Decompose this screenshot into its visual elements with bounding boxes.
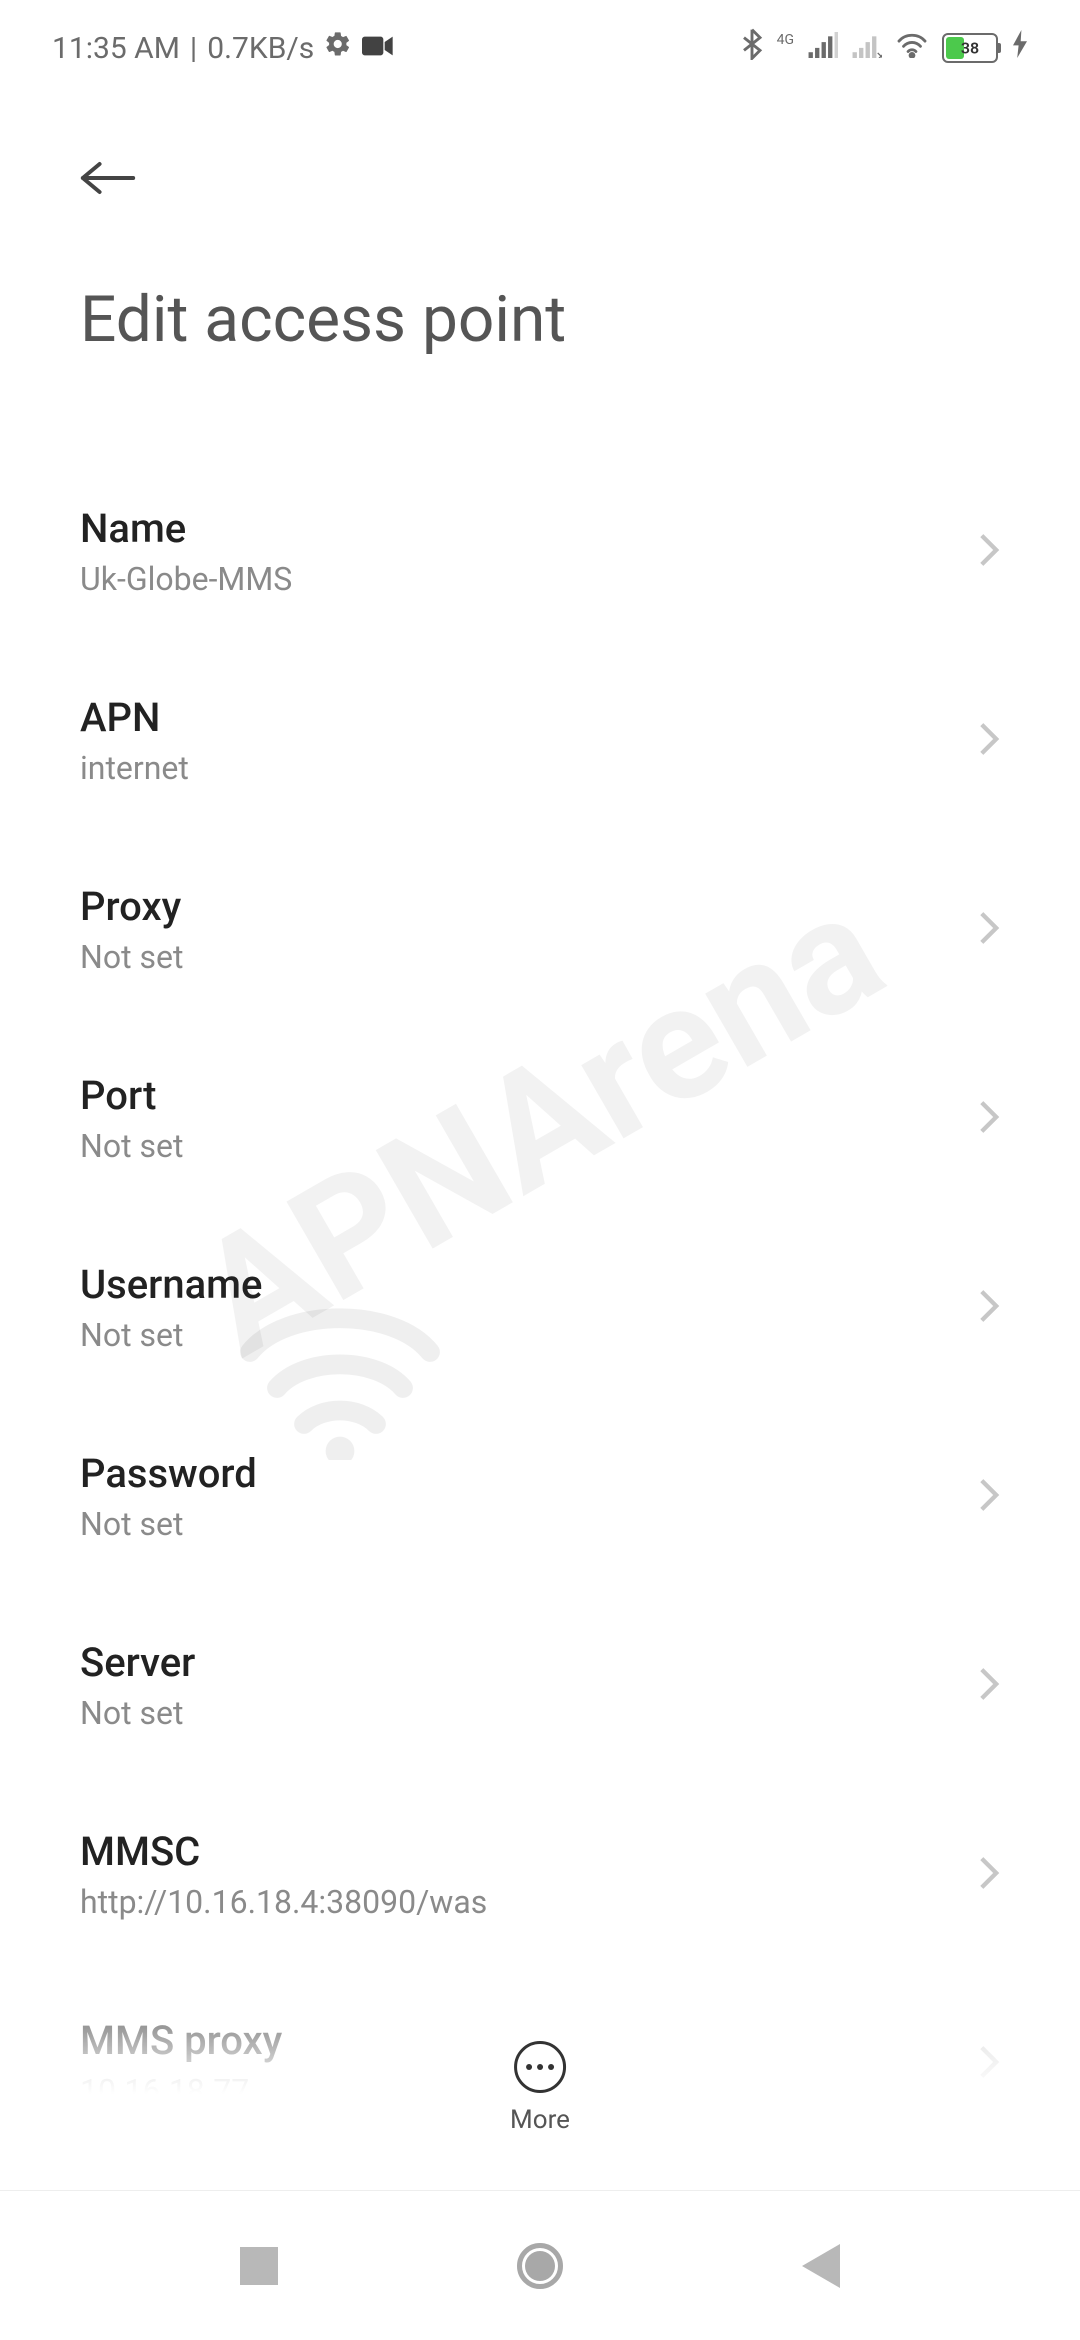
status-left: 11:35 AM | 0.7KB/s [52,30,394,66]
more-label: More [510,2105,570,2135]
chevron-right-icon [978,2044,1000,2084]
list-item-name[interactable]: Name Uk-Globe-MMS [0,457,1080,646]
chevron-right-icon [978,721,1000,761]
item-label: MMS proxy [80,2017,282,2064]
item-value: Not set [80,1127,183,1165]
svg-text:✕: ✕ [876,49,882,57]
more-icon [514,2041,566,2093]
chevron-right-icon [978,1288,1000,1328]
item-value: Not set [80,1505,257,1543]
status-time: 11:35 AM [52,31,180,66]
item-value: Not set [80,938,183,976]
list-item-proxy[interactable]: Proxy Not set [0,835,1080,1024]
bluetooth-icon [741,28,763,68]
item-value: 10.16.18.77 [80,2072,282,2110]
item-value: http://10.16.18.4:38090/was [80,1883,487,1921]
status-separator: | [190,31,197,66]
chevron-right-icon [978,1099,1000,1139]
battery-percent: 38 [961,39,979,58]
signal-icon-1 [808,31,838,66]
list-item-mmsc[interactable]: MMSC http://10.16.18.4:38090/was [0,1780,1080,1969]
chevron-right-icon [978,910,1000,950]
chevron-right-icon [978,1666,1000,1706]
item-label: Username [80,1261,262,1308]
more-button[interactable]: More [510,2041,570,2135]
wifi-icon [896,31,928,66]
list-item-server[interactable]: Server Not set [0,1591,1080,1780]
page-title: Edit access point [80,282,1000,357]
item-label: Port [80,1072,183,1119]
status-speed: 0.7KB/s [207,31,314,66]
signal-icon-2: ✕ [852,31,882,66]
item-label: Password [80,1450,257,1497]
item-label: Server [80,1639,195,1686]
chevron-right-icon [978,532,1000,572]
list-item-apn[interactable]: APN internet [0,646,1080,835]
chevron-right-icon [978,1477,1000,1517]
system-nav-bar [0,2190,1080,2340]
settings-list: Name Uk-Globe-MMS APN internet Proxy Not… [0,397,1080,2158]
chevron-right-icon [978,1855,1000,1895]
camera-icon [362,31,394,66]
list-item-password[interactable]: Password Not set [0,1402,1080,1591]
status-bar: 11:35 AM | 0.7KB/s 4G ✕ 38 [0,0,1080,88]
item-label: Proxy [80,883,183,930]
item-value: Not set [80,1316,262,1354]
item-label: Name [80,505,292,552]
list-item-port[interactable]: Port Not set [0,1024,1080,1213]
back-button[interactable] [80,148,136,212]
item-label: MMSC [80,1828,487,1875]
item-value: Not set [80,1694,195,1732]
header: Edit access point [0,88,1080,397]
item-value: Uk-Globe-MMS [80,560,292,598]
nav-home-button[interactable] [517,2243,563,2289]
charging-icon [1012,30,1028,66]
nav-recent-button[interactable] [240,2247,278,2285]
battery-icon: 38 [942,33,998,63]
status-right: 4G ✕ 38 [741,28,1028,68]
list-item-username[interactable]: Username Not set [0,1213,1080,1402]
gear-icon [324,30,352,66]
signal-4g-label: 4G [777,32,794,48]
item-label: APN [80,694,189,741]
item-value: internet [80,749,189,787]
nav-back-button[interactable] [802,2244,840,2288]
